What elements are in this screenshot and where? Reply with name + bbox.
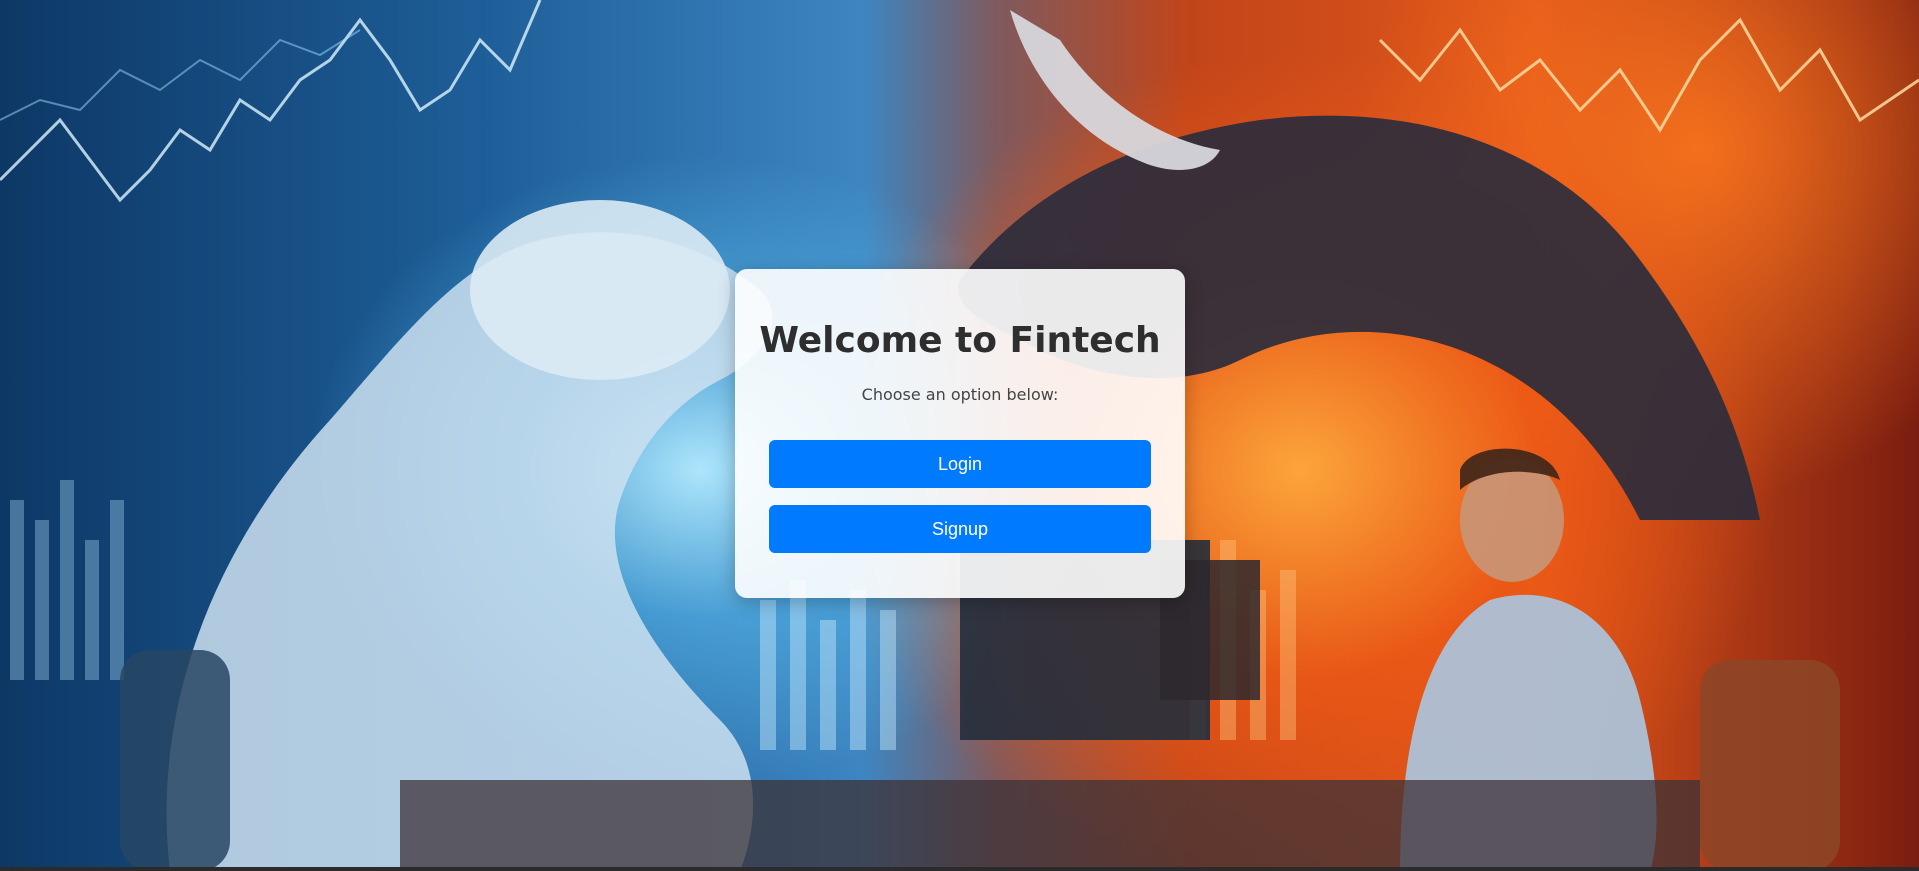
signup-button[interactable]: Signup (769, 505, 1151, 553)
office-chair-left (120, 650, 230, 871)
instruction-text: Choose an option below: (861, 385, 1059, 404)
login-button[interactable]: Login (769, 440, 1151, 488)
welcome-card: Welcome to Fintech Choose an option belo… (735, 269, 1185, 598)
candlestick-bars-left (10, 480, 124, 680)
landing-page: Welcome to Fintech Choose an option belo… (0, 0, 1919, 871)
desk (400, 780, 1700, 871)
bear-head (470, 200, 730, 380)
bull-horn (1010, 10, 1220, 170)
window-bottom-edge (0, 867, 1919, 871)
stock-chart-line-left (0, 0, 542, 203)
page-title: Welcome to Fintech (759, 320, 1161, 361)
candlestick-bars-center (760, 580, 896, 750)
office-chair-right (1700, 660, 1840, 871)
stock-chart-line-right (1378, 17, 1919, 133)
